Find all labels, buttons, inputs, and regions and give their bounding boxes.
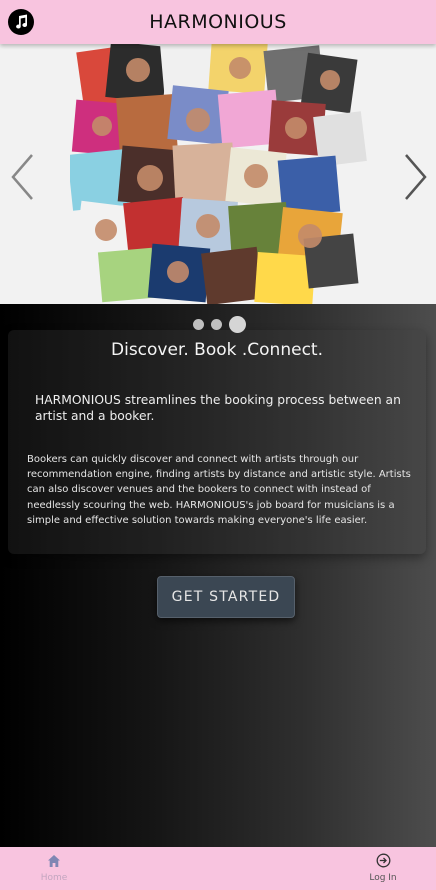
carousel-dot-1[interactable]	[193, 319, 204, 330]
carousel-dot-2[interactable]	[211, 319, 222, 330]
intro-card: Discover. Book .Connect. HARMONIOUS stre…	[8, 330, 426, 554]
carousel-dot-3[interactable]	[229, 316, 246, 333]
artist-collage-image	[70, 44, 367, 304]
app-header: HARMONIOUS	[0, 0, 436, 44]
bottom-tab-bar: Home Log In	[0, 847, 436, 890]
carousel-indicators	[193, 316, 246, 333]
login-icon	[376, 853, 390, 868]
tab-home-label: Home	[40, 873, 68, 883]
chevron-left-icon[interactable]	[8, 152, 38, 202]
chevron-right-icon[interactable]	[400, 152, 430, 202]
home-icon	[48, 855, 60, 867]
app-title: HARMONIOUS	[149, 11, 287, 33]
tab-home[interactable]: Home	[24, 853, 84, 883]
tab-login-label: Log In	[369, 873, 397, 883]
intro-lead: HARMONIOUS streamlines the booking proce…	[35, 393, 401, 423]
get-started-button[interactable]: GET STARTED	[157, 576, 295, 618]
image-carousel[interactable]	[0, 44, 436, 304]
intro-body: Bookers can quickly discover and connect…	[27, 454, 411, 526]
tab-login[interactable]: Log In	[353, 853, 413, 883]
hero-section: Discover. Book .Connect. HARMONIOUS stre…	[0, 304, 436, 847]
tagline: Discover. Book .Connect.	[111, 340, 323, 360]
